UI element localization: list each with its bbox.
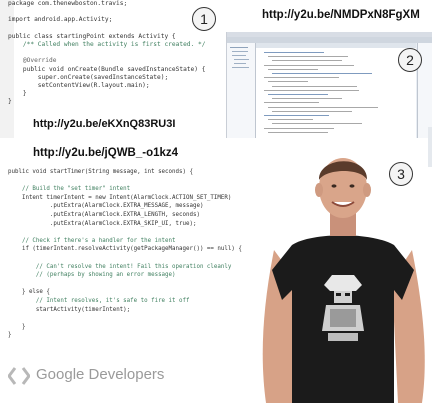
code-line: }	[8, 90, 27, 98]
code-line: }	[8, 332, 12, 339]
ide-code-line	[272, 60, 342, 62]
code-line: startActivity(timerIntent);	[8, 306, 131, 313]
presenter-image	[262, 158, 425, 403]
ide-code-line	[264, 115, 329, 116]
code-line: @Override	[8, 57, 57, 65]
code-line: // (perhaps by showing an error message)	[8, 272, 176, 279]
code-line: // Intent resolves, it's safe to fire it…	[8, 297, 190, 304]
ide-code-line	[264, 52, 324, 53]
ide-editor-tabs	[256, 43, 416, 48]
ide-code-line	[268, 94, 328, 95]
ide-project-tree	[227, 43, 256, 138]
ide-code-line	[272, 123, 362, 125]
code-line: .putExtra(AlarmClock.EXTRA_MESSAGE, mess…	[8, 203, 204, 210]
code-line: package com.thenewboston.travis;	[8, 0, 128, 7]
code-line: public class startingPoint extends Activ…	[8, 32, 176, 40]
ide-code-line	[272, 85, 357, 87]
ide-code-line	[264, 89, 359, 91]
code-line: Intent timerIntent = new Intent(AlarmClo…	[8, 194, 232, 201]
ide-code-line	[264, 102, 319, 104]
ide-code-line	[272, 110, 352, 112]
panel-number-badge-2: 2	[398, 48, 422, 72]
ide-code-line	[268, 56, 348, 58]
ide-code-line	[268, 131, 328, 133]
panel-number-badge-1: 1	[192, 7, 216, 31]
code-line: // Build the "set timer" intent	[8, 186, 131, 193]
code-line: }	[8, 98, 12, 106]
ide-screenshot-panel-2	[226, 32, 432, 138]
code-line: .putExtra(AlarmClock.EXTRA_SKIP_UI, true…	[8, 220, 197, 227]
ide-code-line	[268, 81, 308, 83]
code-line: } else {	[8, 289, 50, 296]
code-line: super.onCreate(savedInstanceState);	[8, 73, 169, 81]
ide-code-line	[272, 73, 372, 74]
code-line: /** Called when the activity is first cr…	[8, 41, 206, 49]
code-line: public void startTimer(String message, i…	[8, 169, 193, 175]
ide-code-line	[272, 98, 342, 100]
video-link-3[interactable]: http://y2u.be/jQWB_-o1kz4	[33, 147, 178, 159]
code-line: .putExtra(AlarmClock.EXTRA_LENGTH, secon…	[8, 211, 200, 218]
code-line: setContentView(R.layout.main);	[8, 82, 150, 90]
code-line: public void onCreate(Bundle savedInstanc…	[8, 65, 206, 73]
ide-code-line	[264, 77, 339, 79]
ide-code-line	[264, 64, 354, 66]
google-developers-logo-icon	[8, 367, 30, 385]
code-block-3: public void startTimer(String message, i…	[8, 168, 242, 340]
ide-code-line	[264, 127, 334, 129]
video-link-1[interactable]: http://y2u.be/eKXnQ83RU3I	[33, 118, 175, 130]
code-line: }	[8, 323, 26, 330]
code-line: if (timerIntent.resolveActivity(getPacka…	[8, 246, 242, 253]
ide-editor	[256, 43, 416, 138]
ide-code-line	[268, 119, 313, 121]
code-line: // Check if there's a handler for the in…	[8, 237, 176, 244]
google-developers-logo-text: Google Developers	[36, 366, 165, 383]
code-block-1: package com.thenewboston.travis; import …	[8, 0, 205, 107]
ide-code-line	[268, 106, 378, 108]
code-line: // Can't resolve the intent! Fail this o…	[8, 263, 232, 270]
video-link-2[interactable]: http://y2u.be/NMDPxN8FgXM	[262, 9, 420, 21]
code-line: import android.app.Activity;	[8, 16, 113, 24]
ide-code-line	[268, 68, 318, 70]
